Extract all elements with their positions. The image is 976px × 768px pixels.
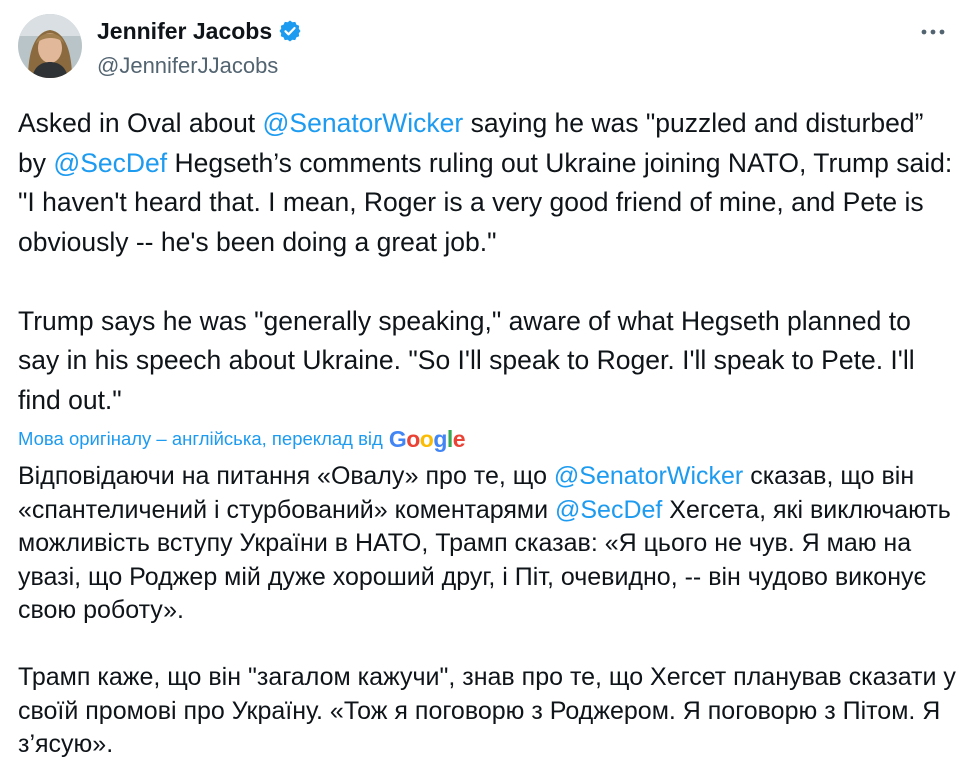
translated-paragraph-2: Трамп каже, що він "загалом кажучи", зна… [18,663,956,758]
tweet-paragraph-2: Trump says he was "generally speaking," … [18,305,915,415]
tweet-text: Asked in Oval about @SenatorWicker sayin… [18,104,958,420]
text-segment: Відповідаючи на питання «Овалу» про те, … [18,462,554,490]
text-segment: Asked in Oval about [18,108,263,138]
user-handle[interactable]: @JenniferJJacobs [97,52,278,80]
translated-text: Відповідаючи на питання «Овалу» про те, … [18,460,963,762]
display-name[interactable]: Jennifer Jacobs [97,16,272,46]
avatar-photo [18,14,82,78]
avatar[interactable] [18,14,82,78]
mention-link-senatorwicker[interactable]: @SenatorWicker [554,462,743,490]
google-logo: Google [388,426,466,452]
translated-paragraph-1: Відповідаючи на питання «Овалу» про те, … [18,460,963,628]
more-options-icon[interactable] [918,18,948,46]
verified-badge-icon [279,20,301,42]
translation-attribution[interactable]: Мова оригіналу – англійська, переклад ві… [18,424,466,454]
tweet-paragraph-1: Asked in Oval about @SenatorWicker sayin… [18,104,958,262]
mention-link-secdef[interactable]: @SecDef [555,496,662,524]
mention-link-senatorwicker[interactable]: @SenatorWicker [263,108,464,138]
translation-label: Мова оригіналу – англійська, переклад ві… [18,428,383,449]
mention-link-secdef[interactable]: @SecDef [53,148,167,178]
